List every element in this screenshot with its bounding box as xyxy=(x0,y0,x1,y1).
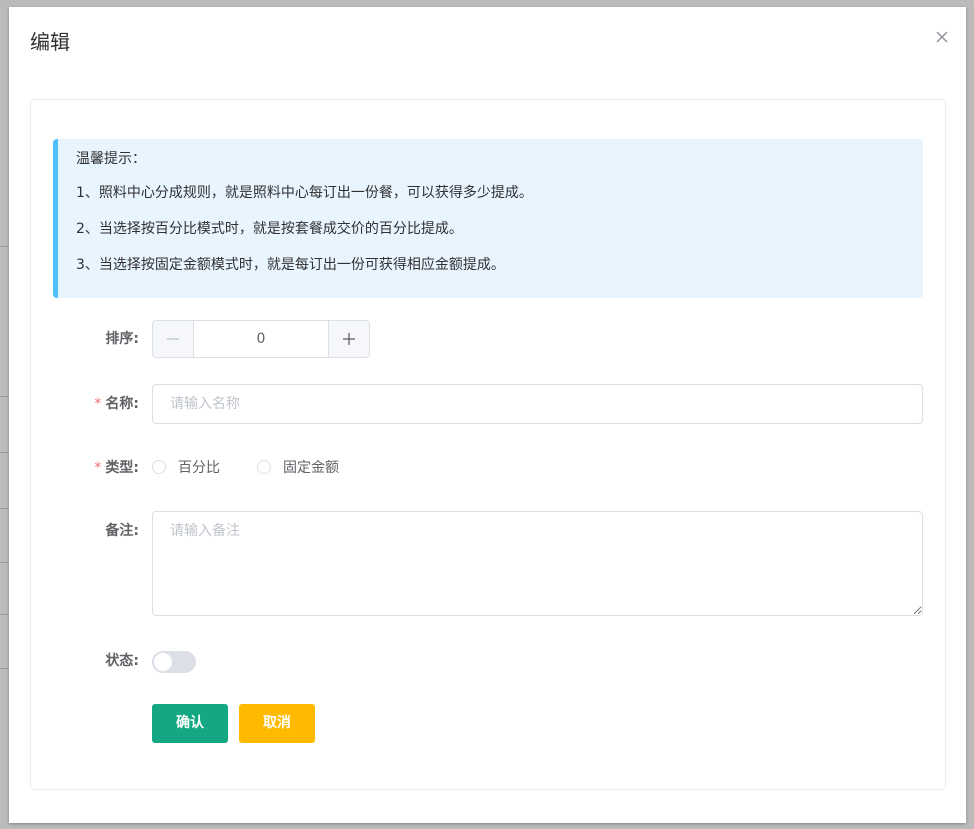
confirm-button[interactable]: 确认 xyxy=(152,704,228,743)
decrement-button[interactable] xyxy=(153,321,194,357)
sort-value[interactable]: 0 xyxy=(194,321,328,357)
name-input[interactable] xyxy=(152,384,923,424)
name-label: * 名称: xyxy=(94,394,139,414)
tips-alert: 温馨提示： 1、照料中心分成规则，就是照料中心每订出一份餐，可以获得多少提成。 … xyxy=(53,139,923,298)
close-button[interactable] xyxy=(932,27,952,47)
tips-line-3: 3、当选择按固定金额模式时，就是每订出一份可获得相应金额提成。 xyxy=(76,257,505,273)
plus-icon xyxy=(343,333,355,345)
radio-circle[interactable] xyxy=(257,460,271,474)
minus-icon xyxy=(167,338,179,340)
tips-line-1: 1、照料中心分成规则，就是照料中心每订出一份餐，可以获得多少提成。 xyxy=(76,185,533,201)
background-divider xyxy=(0,562,8,563)
radio-circle[interactable] xyxy=(152,460,166,474)
type-label-text: 类型: xyxy=(105,460,139,476)
switch-knob xyxy=(154,653,172,671)
radio-fixed-amount-label: 固定金额 xyxy=(283,460,339,476)
background-divider xyxy=(0,668,8,669)
background-divider xyxy=(0,452,8,453)
sort-label: 排序: xyxy=(105,331,139,347)
status-switch[interactable] xyxy=(152,651,196,673)
form-card: 温馨提示： 1、照料中心分成规则，就是照料中心每订出一份餐，可以获得多少提成。 … xyxy=(30,99,946,790)
tips-line-2: 2、当选择按百分比模式时，就是按套餐成交价的百分比提成。 xyxy=(76,221,463,237)
type-label: * 类型: xyxy=(94,458,139,478)
dialog-title: 编辑 xyxy=(30,30,70,54)
tips-title: 温馨提示： xyxy=(76,151,146,167)
background-divider xyxy=(0,508,8,509)
radio-percentage-label: 百分比 xyxy=(178,460,220,476)
background-divider xyxy=(0,246,8,247)
name-label-text: 名称: xyxy=(105,396,139,412)
required-mark: * xyxy=(94,460,102,476)
required-mark: * xyxy=(94,396,102,412)
close-icon xyxy=(936,31,948,43)
cancel-button[interactable]: 取消 xyxy=(239,704,315,743)
edit-dialog: 编辑 温馨提示： 1、照料中心分成规则，就是照料中心每订出一份餐，可以获得多少提… xyxy=(9,7,966,823)
background-divider xyxy=(0,396,8,397)
increment-button[interactable] xyxy=(328,321,369,357)
background-divider xyxy=(0,614,8,615)
sort-stepper[interactable]: 0 xyxy=(152,320,370,358)
remark-textarea[interactable] xyxy=(152,511,923,616)
remark-label: 备注: xyxy=(105,523,139,539)
status-label: 状态: xyxy=(105,653,139,669)
